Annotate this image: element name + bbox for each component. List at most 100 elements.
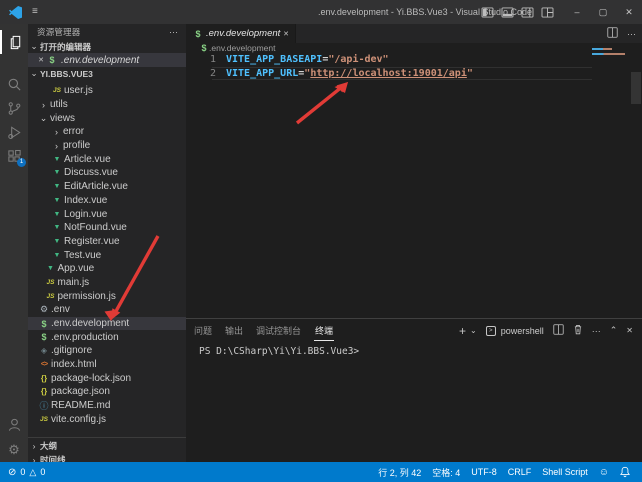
tree-item-vite.config.js[interactable]: JSvite.config.js [28, 413, 186, 427]
url-link[interactable]: http://localhost:19001/api [310, 68, 467, 79]
tree-item-package-lock.json[interactable]: {}package-lock.json [28, 371, 186, 385]
tree-item-label: .env.production [51, 332, 119, 343]
terminal-prompt[interactable]: PS D:\CSharp\Yi\Yi.BBS.Vue3> [199, 346, 359, 357]
open-editor-item[interactable]: ✕ $ .env.development [28, 53, 186, 67]
project-root-header[interactable]: ⌄ YI.BBS.VUE3 [28, 67, 186, 80]
powershell-icon: > [486, 326, 496, 336]
tree-item-label: Login.vue [64, 209, 107, 220]
tree-item-package.json[interactable]: {}package.json [28, 385, 186, 399]
run-debug-icon[interactable] [0, 120, 28, 144]
minimize-button[interactable]: – [564, 0, 590, 24]
js-file-icon: JS [51, 87, 63, 94]
tree-item-label: views [50, 113, 75, 124]
settings-gear-icon[interactable]: ⚙ [0, 438, 28, 462]
tree-item-views[interactable]: ⌄views [28, 111, 186, 125]
new-terminal-icon[interactable]: + [459, 324, 466, 338]
close-button[interactable]: ✕ [616, 0, 642, 24]
tree-item-.env.production[interactable]: $.env.production [28, 330, 186, 344]
timeline-header[interactable]: › 时间线 [28, 453, 186, 462]
tree-item-.env[interactable]: ⚙.env [28, 303, 186, 317]
tree-item-user.js[interactable]: JSuser.js [28, 84, 186, 98]
breadcrumb[interactable]: $ .env.development [186, 43, 642, 53]
outline-header[interactable]: › 大纲 [28, 439, 186, 452]
vue-file-icon: ▼ [51, 252, 63, 259]
tree-item-.env.development[interactable]: $.env.development [28, 317, 186, 331]
tree-item-.gitignore[interactable]: ◈.gitignore [28, 344, 186, 358]
code-token: VITE_APP_BASEAPI [226, 54, 322, 65]
code-editor[interactable]: 1VITE_APP_BASEAPI="/api-dev"2VITE_APP_UR… [186, 53, 642, 318]
notifications-bell-icon[interactable] [620, 466, 630, 479]
git-file-icon: ◈ [38, 346, 50, 355]
tree-item-label: vite.config.js [51, 414, 106, 425]
kill-terminal-icon[interactable] [573, 324, 583, 338]
toggle-secondary-sidebar-icon[interactable] [521, 7, 534, 18]
customize-layout-icon[interactable] [541, 7, 554, 18]
tab-output[interactable]: 输出 [225, 324, 243, 337]
search-icon[interactable] [0, 72, 28, 96]
tree-item-utils[interactable]: ›utils [28, 98, 186, 112]
tab-debug-console[interactable]: 调试控制台 [256, 324, 301, 337]
code-line-1[interactable]: 1VITE_APP_BASEAPI="/api-dev" [186, 53, 642, 67]
tab-terminal[interactable]: 终端 [314, 320, 334, 341]
sidebar-more-icon[interactable]: ··· [169, 24, 178, 40]
tree-item-label: .env [51, 304, 70, 315]
open-editors-header[interactable]: ⌄ 打开的编辑器 [28, 40, 186, 53]
split-editor-icon[interactable] [607, 27, 618, 41]
breadcrumb-file: .env.development [209, 43, 275, 53]
terminal-dropdown-icon[interactable]: ⌄ [470, 326, 477, 335]
menu-icon[interactable]: ≡ [32, 0, 38, 24]
tree-item-Register.vue[interactable]: ▼Register.vue [28, 235, 186, 249]
tab-problems[interactable]: 问题 [194, 324, 212, 337]
line-number: 2 [186, 68, 216, 79]
shell-name[interactable]: powershell [501, 326, 544, 336]
tree-item-label: profile [63, 140, 90, 151]
tree-item-label: README.md [51, 400, 110, 411]
maximize-button[interactable]: ▢ [590, 0, 616, 24]
panel-more-icon[interactable]: ··· [592, 326, 601, 336]
tree-item-App.vue[interactable]: ▼App.vue [28, 262, 186, 276]
chevron-right-icon: › [28, 441, 40, 451]
tree-item-EditArticle.vue[interactable]: ▼EditArticle.vue [28, 180, 186, 194]
split-terminal-icon[interactable] [553, 324, 564, 338]
tree-item-Discuss.vue[interactable]: ▼Discuss.vue [28, 166, 186, 180]
tree-item-profile[interactable]: ›profile [28, 139, 186, 153]
scrollbar[interactable] [631, 72, 641, 104]
vue-file-icon: ▼ [51, 169, 63, 176]
toggle-panel-icon[interactable] [501, 7, 514, 18]
sidebar-title: 资源管理器 [37, 24, 81, 40]
tree-item-Test.vue[interactable]: ▼Test.vue [28, 248, 186, 262]
tree-item-NotFound.vue[interactable]: ▼NotFound.vue [28, 221, 186, 235]
tree-item-Index.vue[interactable]: ▼Index.vue [28, 194, 186, 208]
cursor-position[interactable]: 行 2, 列 42 [378, 466, 421, 479]
tree-item-Article.vue[interactable]: ▼Article.vue [28, 152, 186, 166]
source-control-icon[interactable] [0, 96, 28, 120]
tree-item-index.html[interactable]: <>index.html [28, 358, 186, 372]
language-mode[interactable]: Shell Script [542, 467, 588, 477]
toggle-sidebar-icon[interactable] [481, 7, 494, 18]
tab-close-icon[interactable]: ✕ [283, 30, 289, 38]
code-line-2[interactable]: 2VITE_APP_URL="http://localhost:19001/ap… [186, 67, 642, 81]
minimap[interactable] [590, 46, 628, 106]
tree-item-error[interactable]: ›error [28, 125, 186, 139]
explorer-icon[interactable] [0, 30, 28, 54]
feedback-icon[interactable]: ☺ [599, 467, 609, 478]
extensions-icon[interactable]: 1 [0, 144, 28, 168]
close-icon[interactable]: ✕ [36, 56, 46, 64]
chevron-down-icon: ⌄ [38, 113, 49, 124]
tree-item-Login.vue[interactable]: ▼Login.vue [28, 207, 186, 221]
tree-item-permission.js[interactable]: JSpermission.js [28, 289, 186, 303]
problems-status[interactable]: ⊘ 0 △ 0 [8, 467, 45, 478]
tree-item-README.md[interactable]: ⓘREADME.md [28, 399, 186, 413]
title-bar: ≡ .env.development - Yi.BBS.Vue3 - Visua… [0, 0, 642, 24]
tree-item-main.js[interactable]: JSmain.js [28, 276, 186, 290]
extensions-badge: 1 [17, 158, 26, 167]
encoding[interactable]: UTF-8 [471, 467, 497, 477]
shell-file-icon: $ [192, 29, 204, 39]
eol-sequence[interactable]: CRLF [508, 467, 532, 477]
close-panel-icon[interactable]: ✕ [626, 326, 633, 335]
tab-env-development[interactable]: $ .env.development ✕ [186, 24, 296, 43]
account-icon[interactable] [0, 412, 28, 436]
indentation[interactable]: 空格: 4 [432, 466, 460, 479]
editor-more-icon[interactable]: ··· [627, 29, 636, 39]
maximize-panel-icon[interactable]: ⌃ [610, 325, 618, 336]
